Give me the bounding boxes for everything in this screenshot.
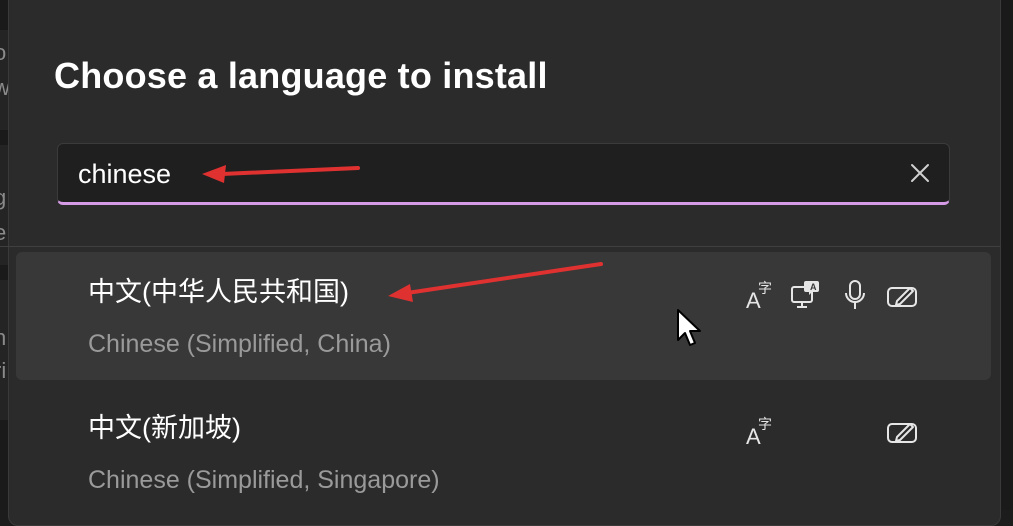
svg-text:字: 字 [758, 417, 772, 433]
background-text: ri [0, 358, 7, 383]
language-pack-icon: A 字 [744, 414, 778, 448]
background-text: o [0, 40, 7, 65]
background-text: g [0, 185, 7, 210]
display-language-icon: A [788, 278, 822, 312]
language-english-name: Chinese (Simplified, Singapore) [88, 466, 440, 494]
language-native-name: 中文(新加坡) [88, 413, 241, 443]
svg-text:A: A [810, 282, 817, 292]
svg-text:字: 字 [758, 281, 772, 297]
language-result-item[interactable]: 中文(新加坡) Chinese (Simplified, Singapore) … [16, 388, 991, 516]
dialog-title: Choose a language to install [54, 55, 548, 96]
clear-search-button[interactable] [907, 160, 933, 186]
search-input[interactable]: chinese [78, 159, 171, 190]
language-english-name: Chinese (Simplified, China) [88, 330, 391, 358]
mouse-cursor-icon [677, 309, 701, 346]
close-icon [911, 164, 929, 182]
handwriting-icon [886, 278, 920, 312]
language-native-name: 中文(中华人民共和国) [88, 277, 349, 307]
background-text: h [0, 325, 7, 350]
results-divider [0, 246, 1001, 247]
language-pack-icon: A 字 [744, 278, 778, 312]
speech-icon [838, 278, 872, 312]
language-search-box[interactable]: chinese [57, 143, 950, 205]
handwriting-icon [886, 414, 920, 448]
background-text: e [0, 220, 7, 245]
language-result-item[interactable]: 中文(中华人民共和国) Chinese (Simplified, China) … [16, 252, 991, 380]
